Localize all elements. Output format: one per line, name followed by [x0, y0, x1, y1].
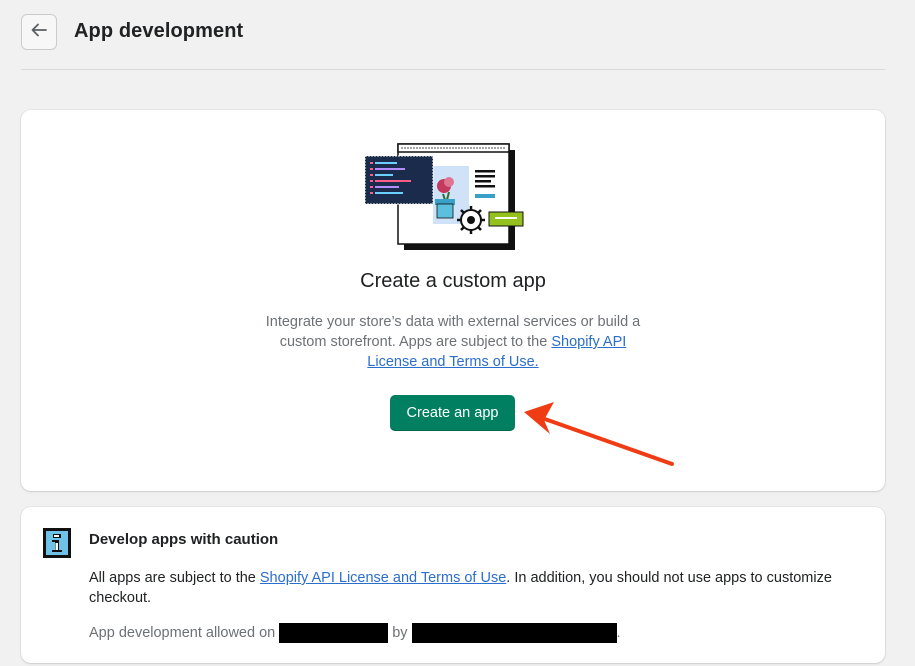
caution-text-prefix: All apps are subject to the	[89, 570, 260, 586]
back-button[interactable]	[21, 14, 57, 50]
redacted-user	[411, 623, 617, 643]
card-title: Create a custom app	[360, 270, 546, 292]
create-custom-app-card: Create a custom app Integrate your store…	[21, 110, 885, 491]
app-development-page: App development Create a custom app Inte…	[0, 0, 915, 666]
caution-api-license-link[interactable]: Shopify API License and Terms of Use	[260, 570, 506, 586]
page-header: App development	[21, 0, 885, 70]
allowed-suffix: .	[616, 625, 621, 641]
caution-card: Develop apps with caution All apps are s…	[21, 507, 885, 663]
app-development-allowed-line: App development allowed on by .	[89, 623, 621, 643]
annotation-arrow-icon	[524, 402, 674, 466]
page-title: App development	[74, 20, 244, 42]
create-app-button[interactable]: Create an app	[390, 395, 515, 431]
card-description: Integrate your store’s data with externa…	[253, 312, 653, 372]
caution-title: Develop apps with caution	[89, 531, 279, 548]
caution-text: All apps are subject to the Shopify API …	[89, 568, 869, 608]
info-icon	[43, 528, 71, 558]
allowed-prefix: App development allowed on	[89, 625, 276, 641]
allowed-by: by	[392, 625, 408, 641]
arrow-left-icon	[30, 21, 48, 44]
custom-app-illustration	[365, 143, 524, 250]
redacted-date	[279, 623, 389, 643]
